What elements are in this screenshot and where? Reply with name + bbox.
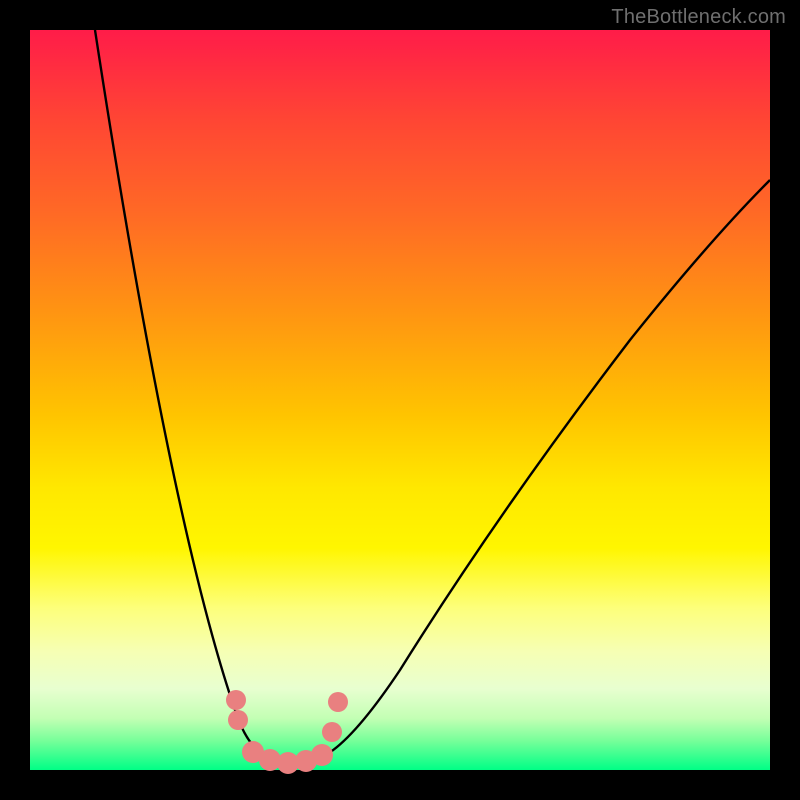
chart-frame: TheBottleneck.com bbox=[0, 0, 800, 800]
watermark-text: TheBottleneck.com bbox=[611, 6, 786, 29]
chart-overlay bbox=[30, 30, 770, 770]
curve-right bbox=[320, 180, 770, 758]
curve-left bbox=[95, 30, 270, 758]
